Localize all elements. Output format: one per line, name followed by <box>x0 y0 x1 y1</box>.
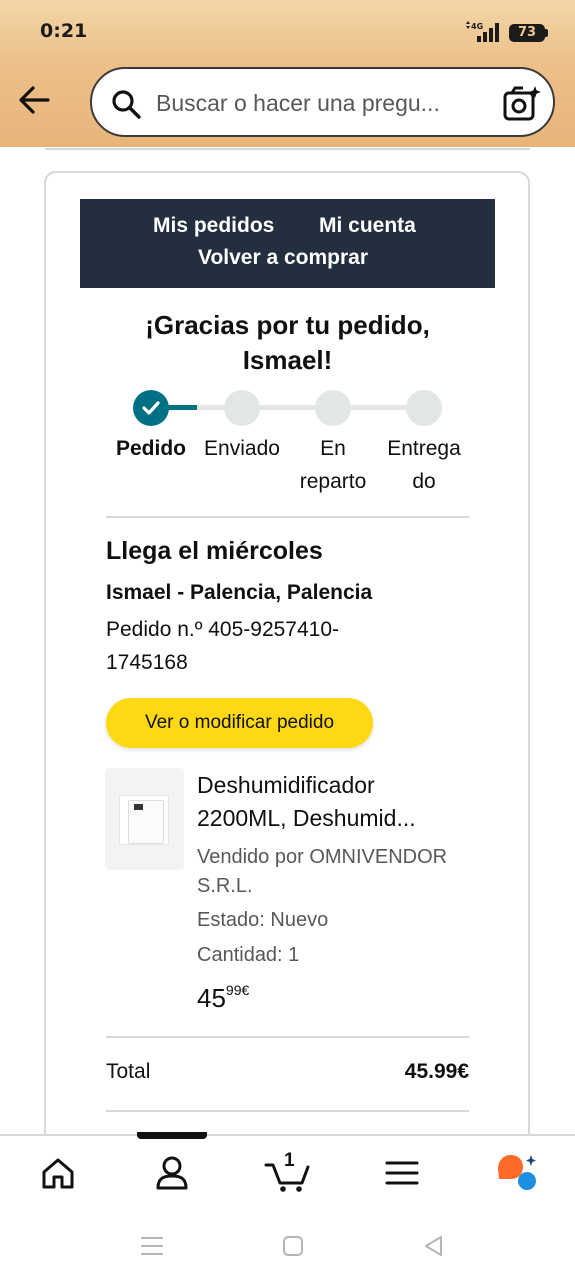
network-type-label: 4G <box>471 22 483 31</box>
product-seller: Vendido por OMNIVENDOR S.R.L. <box>197 843 447 901</box>
step-label-text: Pedido <box>115 437 186 460</box>
order-number-line: 1745168 <box>106 651 188 674</box>
cart-count: 1 <box>284 1150 295 1171</box>
product-condition: Estado: Nuevo <box>197 909 329 931</box>
search-bar[interactable] <box>90 67 555 137</box>
camera-search-icon[interactable] <box>502 84 542 122</box>
search-input[interactable] <box>156 85 476 121</box>
total-label: Total <box>106 1060 151 1083</box>
divider <box>45 148 530 150</box>
arrival-date: Llega el miércoles <box>106 537 323 565</box>
price-fraction: 99€ <box>225 982 250 998</box>
menu-icon[interactable] <box>382 1153 422 1193</box>
order-nav-box: Mis pedidos Mi cuenta Volver a comprar <box>80 199 495 288</box>
divider <box>106 1110 469 1112</box>
step-label-ordered: Pedido <box>106 432 196 465</box>
order-number-line: Pedido n.º 405-9257410- <box>106 618 340 641</box>
bottom-nav: 1 <box>0 1132 575 1214</box>
seller-line: S.R.L. <box>197 875 253 897</box>
status-time: 0:21 <box>40 20 88 42</box>
page-title: ¡Gracias por tu pedido, Ismael! <box>80 308 495 378</box>
thanks-line-1: ¡Gracias por tu pedido, <box>145 310 430 340</box>
product-title-line: 2200ML, Deshumid... <box>197 805 416 831</box>
signal-icon: 4G <box>466 21 499 42</box>
cart-button[interactable]: 1 <box>264 1150 312 1193</box>
home-icon[interactable] <box>38 1153 78 1193</box>
step-dot-out-for-delivery <box>315 390 351 426</box>
dehumidifier-image <box>119 795 169 845</box>
back-button-icon[interactable] <box>420 1233 448 1259</box>
step-dot-ordered <box>133 390 169 426</box>
product-image[interactable] <box>105 768 184 870</box>
step-label-text: do <box>412 470 436 493</box>
thanks-line-2: Ismael! <box>242 345 333 375</box>
active-tab-indicator <box>137 1132 207 1139</box>
step-label-out-for-delivery: En reparto <box>288 432 378 498</box>
seller-line: Vendido por OMNIVENDOR <box>197 846 448 868</box>
buy-again-link[interactable]: Volver a comprar <box>198 246 368 270</box>
my-account-link[interactable]: Mi cuenta <box>319 214 416 238</box>
divider <box>106 1036 469 1038</box>
rufus-assistant-icon[interactable] <box>494 1151 540 1193</box>
product-quantity: Cantidad: 1 <box>197 944 300 966</box>
step-label-delivered: Entrega do <box>378 432 470 498</box>
home-button-icon[interactable] <box>279 1233 307 1259</box>
step-label-text: En <box>320 437 346 460</box>
step-label-text: Enviado <box>204 437 280 460</box>
product-title[interactable]: Deshumidificador 2200ML, Deshumid... <box>197 769 467 835</box>
system-nav-bar <box>0 1214 575 1280</box>
total-value: 45.99€ <box>404 1060 469 1083</box>
product-title-line: Deshumidificador <box>197 772 375 798</box>
shipping-address: Ismael - Palencia, Palencia <box>106 581 373 604</box>
battery-level: 73 <box>517 25 537 40</box>
back-arrow-icon[interactable] <box>14 80 56 120</box>
check-icon <box>142 401 160 415</box>
order-number: Pedido n.º 405-9257410- 1745168 <box>106 613 426 679</box>
view-modify-order-button[interactable]: Ver o modificar pedido <box>106 698 373 748</box>
product-price: 4599€ <box>197 982 250 1014</box>
step-dot-delivered <box>406 390 442 426</box>
step-label-shipped: Enviado <box>196 432 288 465</box>
my-orders-link[interactable]: Mis pedidos <box>153 214 274 238</box>
search-icon <box>112 90 141 119</box>
step-label-text: reparto <box>299 470 367 493</box>
recent-apps-icon[interactable] <box>138 1233 166 1259</box>
status-bar: 0:21 4G 73 <box>0 0 575 62</box>
app-header: 0:21 4G 73 <box>0 0 575 147</box>
account-icon[interactable] <box>152 1153 192 1193</box>
step-dot-shipped <box>224 390 260 426</box>
divider <box>106 516 469 518</box>
step-label-text: Entrega <box>387 437 461 460</box>
battery-icon: 73 <box>509 24 548 42</box>
price-whole: 45 <box>197 983 226 1013</box>
